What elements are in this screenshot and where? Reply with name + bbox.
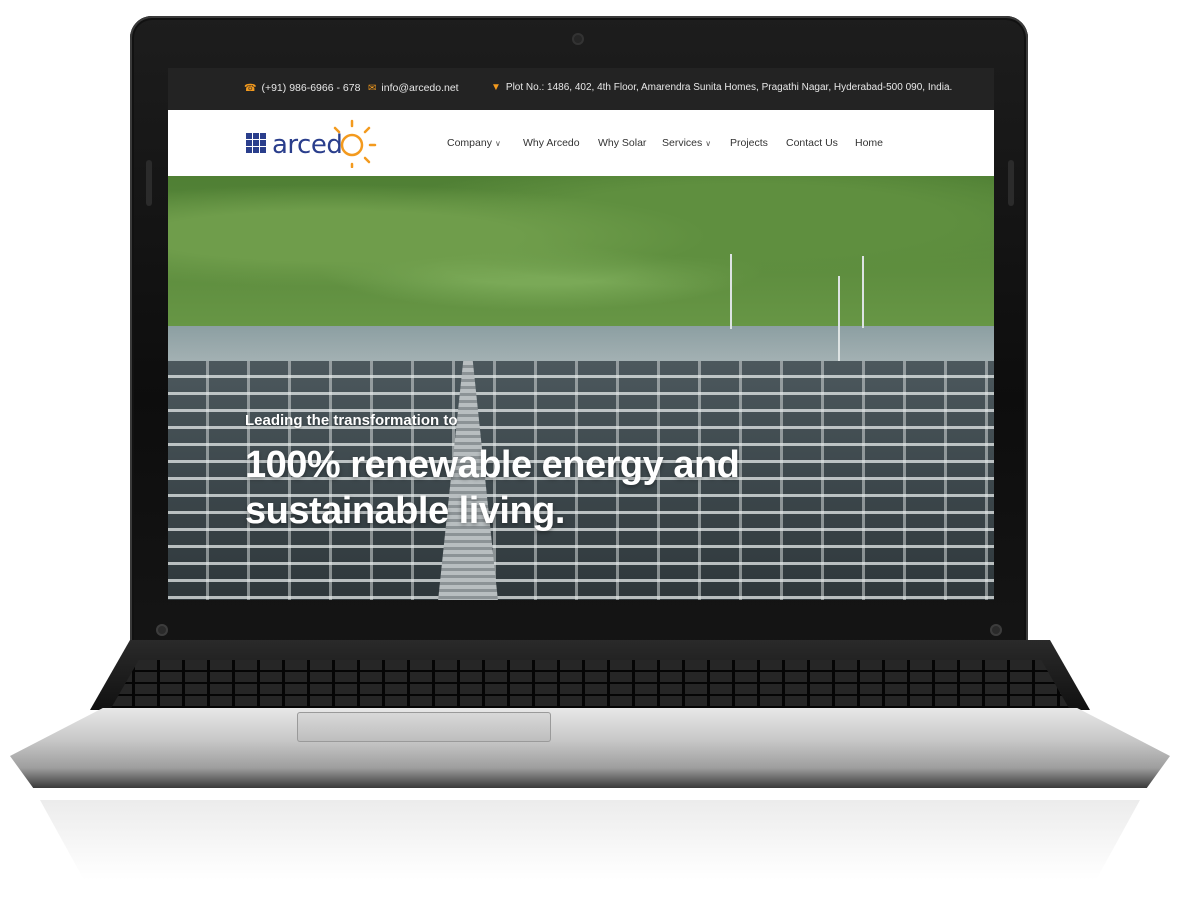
nav-item-why-solar[interactable]: Why Solar [598,137,646,149]
map-pin-icon: ▼ [491,82,501,93]
lid-bumper-right [990,624,1002,636]
hero-image-pylon [730,254,732,329]
chevron-down-icon: ∨ [705,139,712,148]
hero-image-hillside [168,176,994,326]
main-navbar: arced Company ∨ Why Arcedo Why Solar Serv… [168,110,994,176]
nav-label-home: Home [855,137,884,149]
nav-item-why-arcedo[interactable]: Why Arcedo [523,137,580,149]
hero-title: 100% renewable energy and sustainable li… [245,442,865,534]
nav-label-contact-us: Contact Us [786,137,838,149]
phone-contact[interactable]: ☎ (+91) 986-6966 - 678 [244,82,360,94]
address-text: Plot No.: 1486, 402, 4th Floor, Amarendr… [505,82,953,93]
hero-image-pole [838,276,840,366]
top-info-bar: ☎ (+91) 986-6966 - 678 ✉ info@arcedo.net ▼… [168,68,994,110]
lid-bumper-left [156,624,168,636]
hero-banner: Leading the transformation to 100% renew… [168,176,994,600]
nav-item-company[interactable]: Company ∨ [447,137,501,149]
trackpad [297,712,551,742]
browser-screen: ☎ (+91) 986-6966 - 678 ✉ info@arcedo.net ▼… [168,68,994,600]
hero-title-line-1: 100% renewable energy and [245,444,740,486]
lid-bezel-left-slot [146,160,152,206]
laptop-reflection [40,800,1140,880]
webcam [572,33,584,45]
hero-title-line-2: sustainable living. [245,490,565,532]
chevron-down-icon: ∨ [494,139,501,148]
laptop-base-front [10,708,1170,788]
phone-icon: ☎ [244,83,257,94]
nav-item-contact-us[interactable]: Contact Us [786,137,838,149]
nav-label-why-arcedo: Why Arcedo [523,137,580,149]
address-contact: ▼ Plot No.: 1486, 402, 4th Floor, Amarend… [491,82,952,93]
site-logo[interactable]: arced [244,118,384,169]
lid-bezel-right-slot [1008,160,1014,206]
hero-image-water [168,326,994,366]
envelope-icon: ✉ [368,83,377,94]
keyboard [110,660,1070,710]
nav-item-projects[interactable]: Projects [730,137,768,149]
nav-item-services[interactable]: Services ∨ [662,137,711,149]
hero-subtitle: Leading the transformation to [245,412,458,429]
logo-text: arced [272,130,343,160]
nav-item-home[interactable]: Home [855,137,883,149]
email-contact[interactable]: ✉ info@arcedo.net [368,82,459,94]
nav-label-projects: Projects [730,137,768,149]
nav-label-company: Company [447,137,492,149]
nav-label-services: Services [662,137,703,149]
phone-text: (+91) 986-6966 - 678 [261,82,361,94]
hero-image-pylon [862,256,864,328]
email-text: info@arcedo.net [381,82,459,94]
nav-label-why-solar: Why Solar [598,137,647,149]
